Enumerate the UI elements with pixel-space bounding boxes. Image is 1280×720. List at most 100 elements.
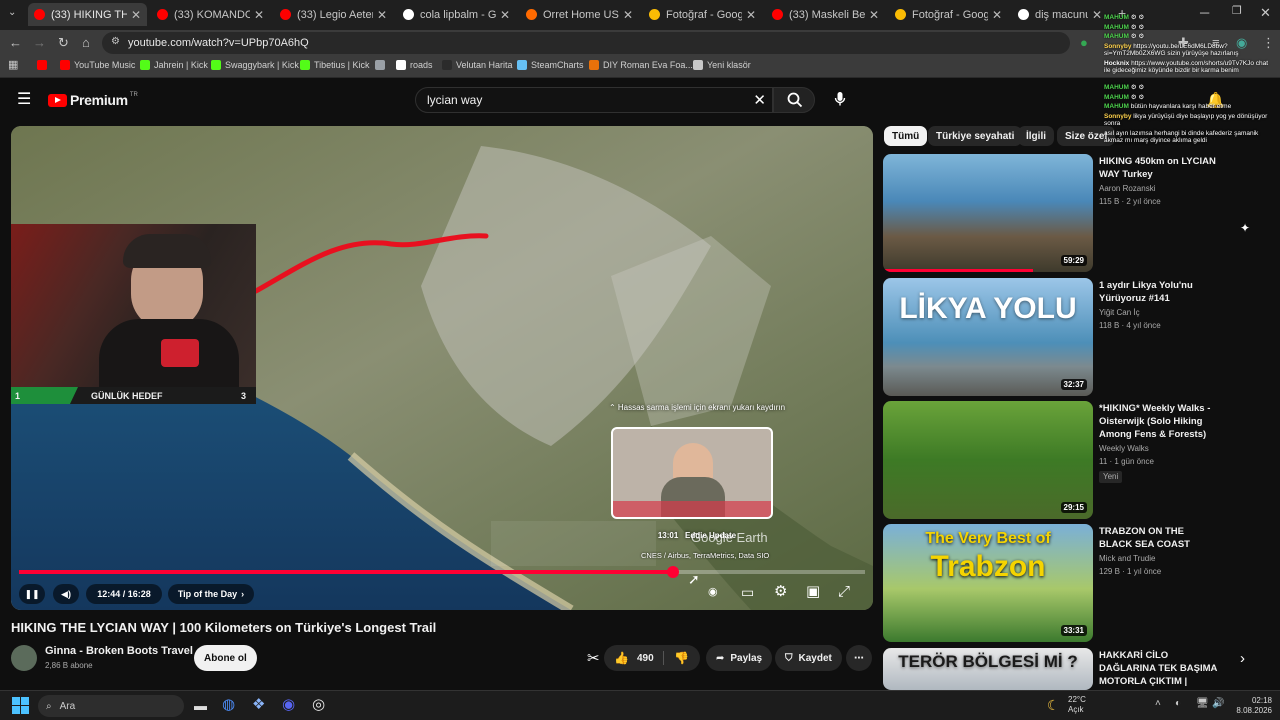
tab-close-icon[interactable]: ✕: [254, 8, 264, 22]
tab-close-icon[interactable]: ✕: [500, 8, 510, 22]
bookmark-item[interactable]: YouTube Music: [60, 60, 135, 70]
tab-close-icon[interactable]: ✕: [1092, 8, 1102, 22]
search-input[interactable]: lycian way ✕: [415, 87, 773, 113]
youtube-logo-icon: [48, 93, 67, 107]
share-button[interactable]: ➦ Paylaş: [706, 645, 773, 671]
dislike-button[interactable]: 👎: [664, 651, 689, 665]
share-label: Paylaş: [730, 652, 763, 664]
filter-chip[interactable]: Türkiye seyahati: [928, 126, 1023, 146]
tray-chevron-icon[interactable]: ˄: [1155, 699, 1161, 709]
tray-app-icon[interactable]: ◐: [1175, 699, 1181, 709]
next-chevron-icon[interactable]: ›: [1240, 651, 1245, 666]
recommended-thumbnail[interactable]: The Very Best of Trabzon 33:31: [883, 524, 1093, 642]
address-bar[interactable]: ⚙ youtube.com/watch?v=UPbp70A6hQ: [102, 32, 1070, 54]
channel-avatar[interactable]: [11, 645, 37, 671]
forward-icon[interactable]: →: [33, 36, 46, 49]
video-player[interactable]: 1 GÜNLÜK HEDEF 3 ⌃ Hassas sarma işlemi i…: [11, 126, 873, 610]
save-button[interactable]: ⛉ Kaydet: [775, 645, 842, 671]
chapter-button[interactable]: Tip of the Day ›: [168, 584, 254, 604]
bookmark-item[interactable]: roads: [396, 60, 433, 70]
progress-bar[interactable]: [19, 566, 865, 578]
recommended-thumbnail[interactable]: LİKYA YOLU 32:37: [883, 278, 1093, 396]
recommended-channel[interactable]: Yiğit Can İç: [1099, 307, 1140, 319]
file-explorer-icon[interactable]: ▬: [194, 699, 207, 712]
recommended-thumbnail[interactable]: 29:15: [883, 401, 1093, 519]
save-label: Kaydet: [798, 652, 832, 664]
browser-tab[interactable]: Orret Home USB Şarj ✕: [520, 3, 639, 26]
bookmark-label: Yeni klasör: [707, 60, 751, 70]
bookmark-item[interactable]: Swaggybark | Kick: [211, 60, 299, 70]
progress-scrubber[interactable]: [666, 566, 679, 578]
hamburger-menu-icon[interactable]: ☰: [17, 92, 31, 108]
reload-icon[interactable]: ↻: [58, 36, 69, 49]
bookmark-item[interactable]: DIY Roman Eva Foa...: [589, 60, 693, 70]
extension-icon[interactable]: ●: [1080, 36, 1088, 49]
chrome-icon[interactable]: ◍: [222, 697, 235, 712]
bookmark-item[interactable]: SteamCharts: [517, 60, 584, 70]
recommended-title[interactable]: TRABZON ON THE BLACK SEA COAST: [1099, 525, 1219, 551]
apps-grid-icon[interactable]: ▦: [8, 60, 18, 71]
clear-search-icon[interactable]: ✕: [753, 91, 766, 109]
network-icon[interactable]: 🖥: [1196, 699, 1209, 709]
clip-icon[interactable]: ✂: [587, 651, 600, 666]
taskbar-search[interactable]: ⌕ Ara: [38, 695, 184, 717]
recommended-thumbnail[interactable]: 59:29: [883, 154, 1093, 272]
browser-tab[interactable]: Fotoğraf - Google Fo ✕: [643, 3, 762, 26]
recommended-title[interactable]: 1 aydır Likya Yolu'nu Yürüyoruz #141: [1099, 279, 1219, 305]
bookmark-item[interactable]: Yeni klasör: [693, 60, 751, 70]
search-value: lycian way: [427, 93, 483, 107]
filter-chip[interactable]: İlgili: [1018, 126, 1054, 146]
recommended-channel[interactable]: Weekly Walks: [1099, 443, 1149, 455]
browser-tab[interactable]: (33) Legio Aeterna Vi ✕: [274, 3, 393, 26]
sparkle-icon[interactable]: ✦: [1240, 222, 1250, 234]
tab-close-icon[interactable]: ✕: [992, 8, 1002, 22]
tab-close-icon[interactable]: ✕: [746, 8, 756, 22]
voice-search-icon[interactable]: [834, 91, 846, 107]
settings-gear-icon[interactable]: ⚙: [774, 584, 787, 599]
channel-name[interactable]: Ginna - Broken Boots Travel: [45, 645, 193, 657]
like-button[interactable]: 👍 490: [604, 651, 664, 665]
autoplay-toggle-icon[interactable]: ◉: [708, 587, 718, 598]
recommended-title[interactable]: *HIKING* Weekly Walks - Oisterwijk (Solo…: [1099, 402, 1219, 441]
theater-mode-icon[interactable]: ▣: [806, 584, 820, 599]
home-icon[interactable]: ⌂: [82, 36, 90, 49]
filter-chip[interactable]: Tümü: [884, 126, 928, 146]
obs-icon[interactable]: ◎: [312, 697, 325, 712]
subscribe-button[interactable]: Abone ol: [194, 645, 257, 671]
tab-close-icon[interactable]: ✕: [377, 8, 387, 22]
weather-widget[interactable]: 22°C Açık: [1068, 695, 1086, 715]
tab-close-icon[interactable]: ✕: [623, 8, 633, 22]
app-icon[interactable]: ❖: [252, 697, 265, 712]
recommended-channel[interactable]: Mick and Trudie: [1099, 553, 1155, 565]
more-actions-button[interactable]: ⋯: [846, 645, 872, 671]
video-duration: 32:37: [1060, 379, 1087, 390]
bookmark-item[interactable]: [375, 60, 389, 70]
browser-tab[interactable]: diş macunu asit mi b ✕: [1012, 3, 1108, 26]
tab-search-icon[interactable]: ⌄: [8, 8, 16, 18]
browser-tab[interactable]: cola lipbalm - Google ✕: [397, 3, 516, 26]
clock[interactable]: 02:18 8.08.2026: [1230, 696, 1272, 716]
seek-preview-thumbnail: [611, 427, 773, 519]
youtube-premium-logo[interactable]: Premium TR: [48, 92, 138, 108]
bookmark-item[interactable]: Velutan Harita: [442, 60, 513, 70]
subtitles-icon[interactable]: ▭: [741, 585, 754, 599]
tab-close-icon[interactable]: ✕: [869, 8, 879, 22]
volume-tray-icon[interactable]: 🔊: [1212, 699, 1224, 709]
discord-icon[interactable]: ◉: [282, 697, 295, 712]
pause-button[interactable]: ❚❚: [19, 584, 45, 604]
bookmark-item[interactable]: Jahrein | Kick: [140, 60, 208, 70]
browser-tab[interactable]: Fotoğraf - Google Fo ✕: [889, 3, 1008, 26]
volume-button[interactable]: ◀): [53, 584, 79, 604]
browser-tab[interactable]: (33) HIKING THE L ✕: [28, 3, 147, 26]
fullscreen-icon[interactable]: ⤢: [838, 584, 850, 599]
site-info-icon[interactable]: ⚙: [111, 37, 120, 47]
windows-start-icon[interactable]: [12, 697, 29, 714]
bookmark-item[interactable]: [37, 60, 51, 70]
recommended-thumbnail[interactable]: TERÖR BÖLGESİ Mİ ?: [883, 648, 1093, 690]
browser-tab[interactable]: (33) Maskeli Beşler Fo ✕: [766, 3, 885, 26]
search-button[interactable]: [773, 87, 815, 113]
back-icon[interactable]: ←: [9, 36, 22, 49]
tab-close-icon[interactable]: ✕: [131, 8, 141, 22]
browser-tab[interactable]: (33) KOMANDO Marş ✕: [151, 3, 270, 26]
bookmark-item[interactable]: Tibetius | Kick: [300, 60, 370, 70]
